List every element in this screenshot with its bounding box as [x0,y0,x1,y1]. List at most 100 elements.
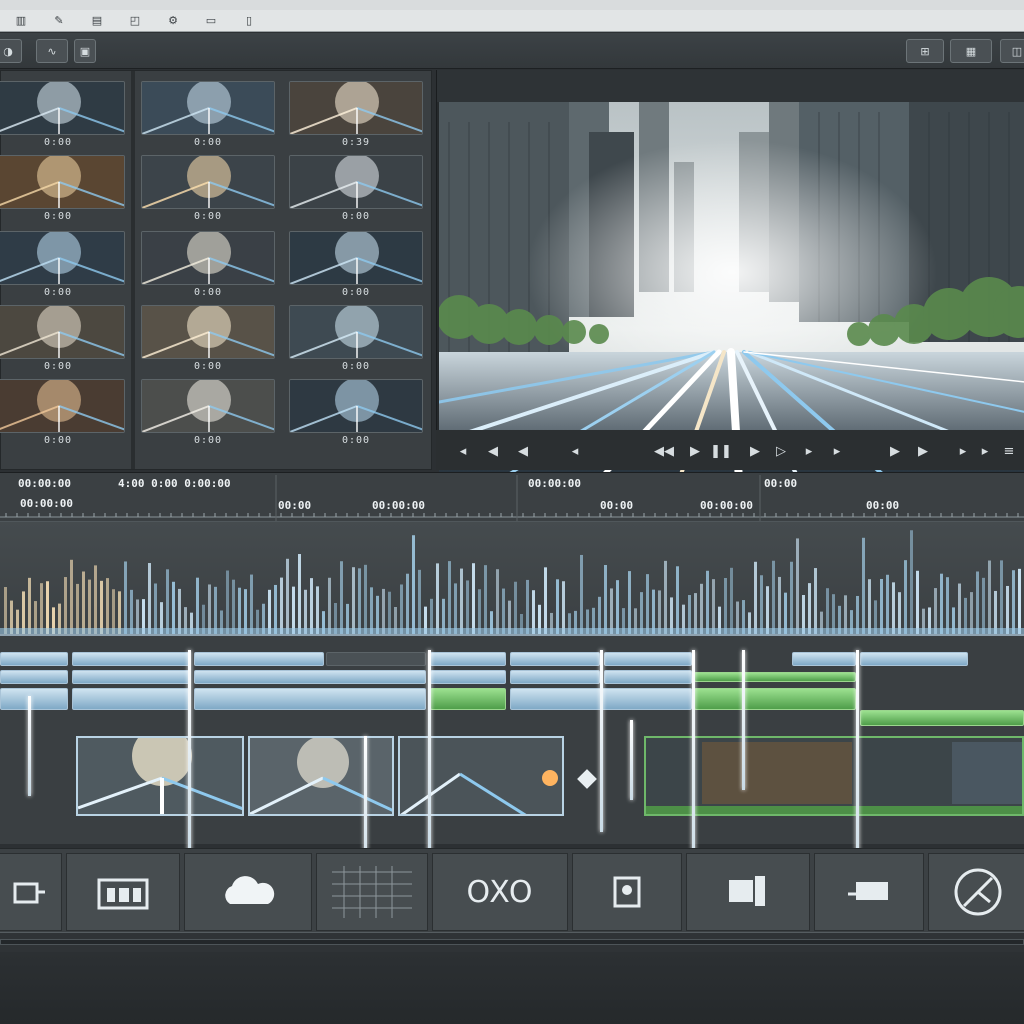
transition-tool-button[interactable] [814,853,924,931]
audio-clip[interactable] [430,688,506,710]
media-thumbnail[interactable] [289,81,423,135]
step-forward-button[interactable]: ▸ [828,442,846,460]
thumbnail-image [290,156,422,208]
video-clip[interactable] [398,736,564,816]
monitor-icon[interactable]: ▭ [204,14,218,27]
media-thumbnail[interactable] [289,305,423,359]
waveform-bar [466,580,469,634]
export-tool-button[interactable] [928,853,1024,931]
fast-forward-button[interactable]: ▶ [886,442,904,460]
film-icon[interactable]: ▥ [14,14,28,27]
play-button[interactable]: ▶ [686,442,704,460]
audio-clip[interactable] [860,710,1024,726]
audio-clip[interactable] [72,652,190,666]
timeline-scrollbar[interactable] [0,932,1024,952]
media-thumbnail[interactable] [141,231,275,285]
step-back-button[interactable]: ◀ [484,442,502,460]
timeline-marker[interactable] [28,696,31,796]
video-clip[interactable] [76,736,244,816]
photo-tool-button[interactable] [572,853,682,931]
audio-clip[interactable] [604,652,692,666]
media-thumbnail[interactable] [289,155,423,209]
media-thumbnail[interactable] [0,155,125,209]
jog-forward-button[interactable]: ▸ [800,442,818,460]
layout-icon[interactable]: ▦ [950,39,992,63]
link-icon[interactable]: ∿ [36,39,68,63]
waveform-bar [286,558,289,634]
timeline-marker[interactable] [630,720,633,800]
viewer-frame[interactable] [439,102,1024,480]
menu-button[interactable]: ≡ [1000,442,1018,460]
audio-clip[interactable] [0,688,68,710]
grid-icon[interactable]: ⊞ [906,39,944,63]
audio-clip[interactable] [604,670,692,684]
gear-icon[interactable]: ⚙ [166,14,180,27]
pause-button[interactable]: ❚❚ [710,442,732,460]
scrollbar-thumb[interactable] [0,939,1024,945]
media-thumbnail[interactable] [289,231,423,285]
export-icon[interactable]: ◫ [1000,39,1024,63]
audio-clip[interactable] [694,672,856,682]
audio-clip[interactable] [0,652,68,666]
timeline-ruler[interactable]: 00:00:00 4:00 0:00 0:00:00 00:00:00 00:0… [0,472,1024,522]
audio-clip[interactable] [430,670,506,684]
timeline-marker[interactable] [692,650,695,880]
grid-tool-button[interactable] [316,853,428,931]
cloud-tool-button[interactable] [184,853,312,931]
media-thumbnail[interactable] [0,379,125,433]
book-icon[interactable]: ▤ [90,14,104,27]
audio-clip[interactable] [860,652,968,666]
audio-clip[interactable] [72,688,190,710]
titles-tool-button[interactable] [66,853,180,931]
audio-clip[interactable] [510,670,600,684]
waveform-bar [790,561,793,634]
mark-in-button[interactable]: ▷ [772,442,790,460]
audio-clip[interactable] [510,652,600,666]
audio-clip[interactable] [0,670,68,684]
back-icon[interactable]: ◑ [0,39,22,63]
media-thumbnail[interactable] [0,305,125,359]
timeline-marker[interactable] [742,650,745,790]
jog-back-button[interactable]: ◀ [514,442,532,460]
media-thumbnail[interactable] [289,379,423,433]
media-thumbnail[interactable] [141,81,275,135]
audio-clip[interactable] [194,688,426,710]
keyframe-diamond[interactable] [577,769,597,789]
media-thumbnail[interactable] [0,231,125,285]
timeline-marker[interactable] [188,650,191,862]
audio-clip[interactable] [194,652,324,666]
clip-tool-button[interactable] [686,853,810,931]
media-thumbnail[interactable] [141,379,275,433]
media-thumbnail[interactable] [141,305,275,359]
video-clip[interactable] [248,736,394,816]
frame-forward-button[interactable]: ▶ [746,442,764,460]
timeline-marker[interactable] [428,650,431,854]
clip-icon[interactable]: ◰ [128,14,142,27]
video-clip[interactable] [644,736,1024,816]
audio-clip[interactable] [792,652,856,666]
audio-clip[interactable] [72,670,190,684]
frame-back-button[interactable]: ◂ [566,442,584,460]
audio-clip[interactable] [694,688,856,710]
rewind-button[interactable]: ◀◀ [652,442,676,460]
audio-clip[interactable] [430,652,506,666]
timeline-marker[interactable] [600,650,603,832]
lock-icon[interactable]: ▣ [74,39,96,63]
mark-out-button[interactable]: ▸ [954,442,972,460]
capture-tool-button[interactable] [0,853,62,931]
waveform-bar [154,583,157,634]
next-edit-button[interactable]: ▸ [976,442,994,460]
audio-clip[interactable] [194,670,426,684]
waveform-bar [970,592,973,634]
prev-edit-button[interactable]: ◂ [454,442,472,460]
media-thumbnail[interactable] [141,155,275,209]
media-thumbnail[interactable] [0,81,125,135]
audio-clip[interactable] [326,652,426,666]
audio-waveform-track[interactable] [0,522,1024,634]
panel-icon[interactable]: ▯ [242,14,256,27]
next-button[interactable]: ▶ [914,442,932,460]
browser-divider[interactable] [131,71,135,469]
waveform-bar [172,581,175,634]
scissors-icon[interactable]: ✎ [52,14,66,27]
oxo-tool-button[interactable]: OXO [432,853,568,931]
